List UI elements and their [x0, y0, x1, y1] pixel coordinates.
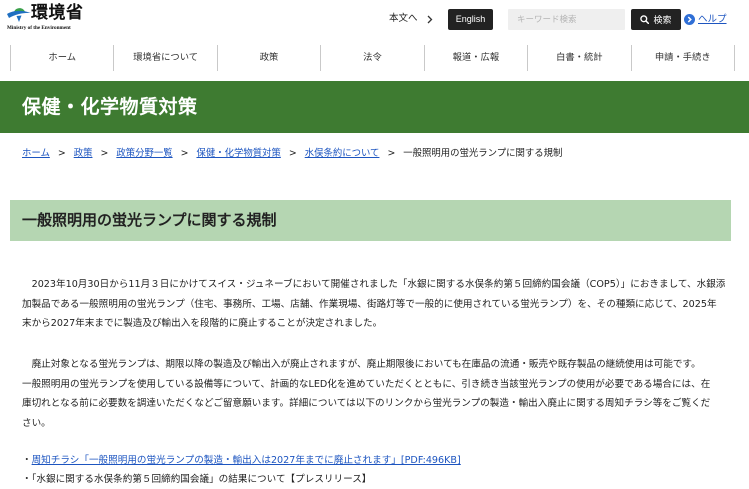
global-nav: ホーム 環境省について 政策 法令 報道・広報 白書・統計 申請・手続き: [10, 45, 735, 71]
ministry-logo-icon: [7, 8, 31, 22]
related-links: ・周知チラシ「一般照明用の蛍光ランプの製造・輸出入は2027年までに廃止されます…: [22, 451, 734, 489]
breadcrumb-link-minamata-convention[interactable]: 水俣条約について: [305, 148, 380, 159]
nav-item-about-ministry[interactable]: 環境省について: [113, 45, 216, 71]
nav-item-home[interactable]: ホーム: [10, 45, 113, 71]
related-link-item: ・周知チラシ「一般照明用の蛍光ランプの製造・輸出入は2027年までに廃止されます…: [22, 451, 734, 470]
paragraph-line: 末から2027年末までに製造及び輸出入を段階的に廃止することが決定されました。: [22, 318, 383, 330]
breadcrumb: ホーム > 政策 > 政策分野一覧 > 保健・化学物質対策 > 水俣条約について > 一般照明用の蛍…: [22, 147, 562, 161]
breadcrumb-separator: >: [288, 148, 297, 159]
breadcrumb-link-policy-areas[interactable]: 政策分野一覧: [116, 148, 172, 159]
search-button[interactable]: 検索: [631, 9, 681, 30]
search-button-label: 検索: [653, 16, 672, 26]
page-title: 一般照明用の蛍光ランプに関する規制: [22, 211, 277, 229]
breadcrumb-link-policy[interactable]: 政策: [74, 148, 93, 159]
paragraph-line: 廃止対象となる蛍光ランプは、期限以降の製造及び輸出入が廃止されますが、廃止期限後…: [31, 359, 701, 370]
page-heading-box: 一般照明用の蛍光ランプに関する規制: [10, 200, 731, 241]
paragraph-line: さい。: [22, 418, 51, 430]
paragraph-line: 2023年10月30日から11月３日にかけてスイス・ジュネーブにおいて開催されま…: [31, 279, 726, 290]
english-button[interactable]: English: [448, 9, 493, 30]
leaflet-pdf-link[interactable]: 周知チラシ「一般照明用の蛍光ランプの製造・輸出入は2027年までに廃止されます」…: [32, 455, 461, 466]
breadcrumb-link-home[interactable]: ホーム: [22, 148, 50, 159]
breadcrumb-current: 一般照明用の蛍光ランプに関する規制: [403, 148, 563, 159]
notice-paragraph: 廃止対象となる蛍光ランプは、期限以降の製造及び輸出入が廃止されますが、廃止期限後…: [22, 355, 734, 434]
nav-item-press[interactable]: 報道・広報: [423, 45, 527, 71]
related-link-item: ・「水銀に関する水俣条約第５回締約国会議」の結果について【プレスリリース】: [22, 470, 734, 489]
skip-link-label: 本文へ: [389, 13, 418, 24]
list-bullet: ・: [22, 474, 32, 485]
breadcrumb-separator: >: [387, 148, 396, 159]
nav-item-applications[interactable]: 申請・手続き: [630, 45, 735, 71]
ministry-logo[interactable]: 環境省 Ministry of the Environment: [6, 3, 90, 33]
regulation-decision-paragraph: 2023年10月30日から11月３日にかけてスイス・ジュネーブにおいて開催されま…: [22, 275, 734, 334]
breadcrumb-separator: >: [180, 148, 189, 159]
paragraph-line: 庫切れとなる前に必要数を調達いただくなどご留意願います。詳細については以下のリン…: [22, 398, 711, 410]
chevron-circle-right-icon: [684, 14, 695, 25]
help-link[interactable]: ヘルプ: [684, 12, 727, 27]
section-title: 保健・化学物質対策: [22, 96, 198, 118]
breadcrumb-link-health-chemicals[interactable]: 保健・化学物質対策: [196, 148, 280, 159]
chevron-right-icon: [427, 15, 432, 23]
breadcrumb-separator: >: [57, 148, 66, 159]
paragraph-line: 一般照明用の蛍光ランプを使用している設備等について、計画的なLED化を進めていた…: [22, 378, 711, 390]
search-icon: [640, 15, 650, 24]
nav-item-white-papers[interactable]: 白書・統計: [527, 45, 630, 71]
nav-item-laws[interactable]: 法令: [320, 45, 423, 71]
skip-to-content-link[interactable]: 本文へ: [389, 11, 433, 27]
breadcrumb-separator: >: [100, 148, 109, 159]
logo-subtitle: Ministry of the Environment: [7, 25, 71, 31]
logo-title: 環境省: [31, 3, 84, 23]
site-header: 環境省 Ministry of the Environment 本文へ Engl…: [0, 0, 749, 40]
search-input[interactable]: [508, 9, 625, 30]
press-release-item-text: 「水銀に関する水俣条約第５回締約国会議」の結果について【プレスリリース】: [31, 474, 372, 485]
help-link-label: ヘルプ: [698, 14, 727, 25]
list-bullet: ・: [22, 455, 32, 466]
section-banner: 保健・化学物質対策: [0, 81, 749, 133]
nav-item-policy[interactable]: 政策: [216, 45, 320, 71]
paragraph-line: 加製品である一般照明用の蛍光ランプ（住宅、事務所、工場、店舗、作業現場、街路灯等…: [22, 298, 717, 310]
